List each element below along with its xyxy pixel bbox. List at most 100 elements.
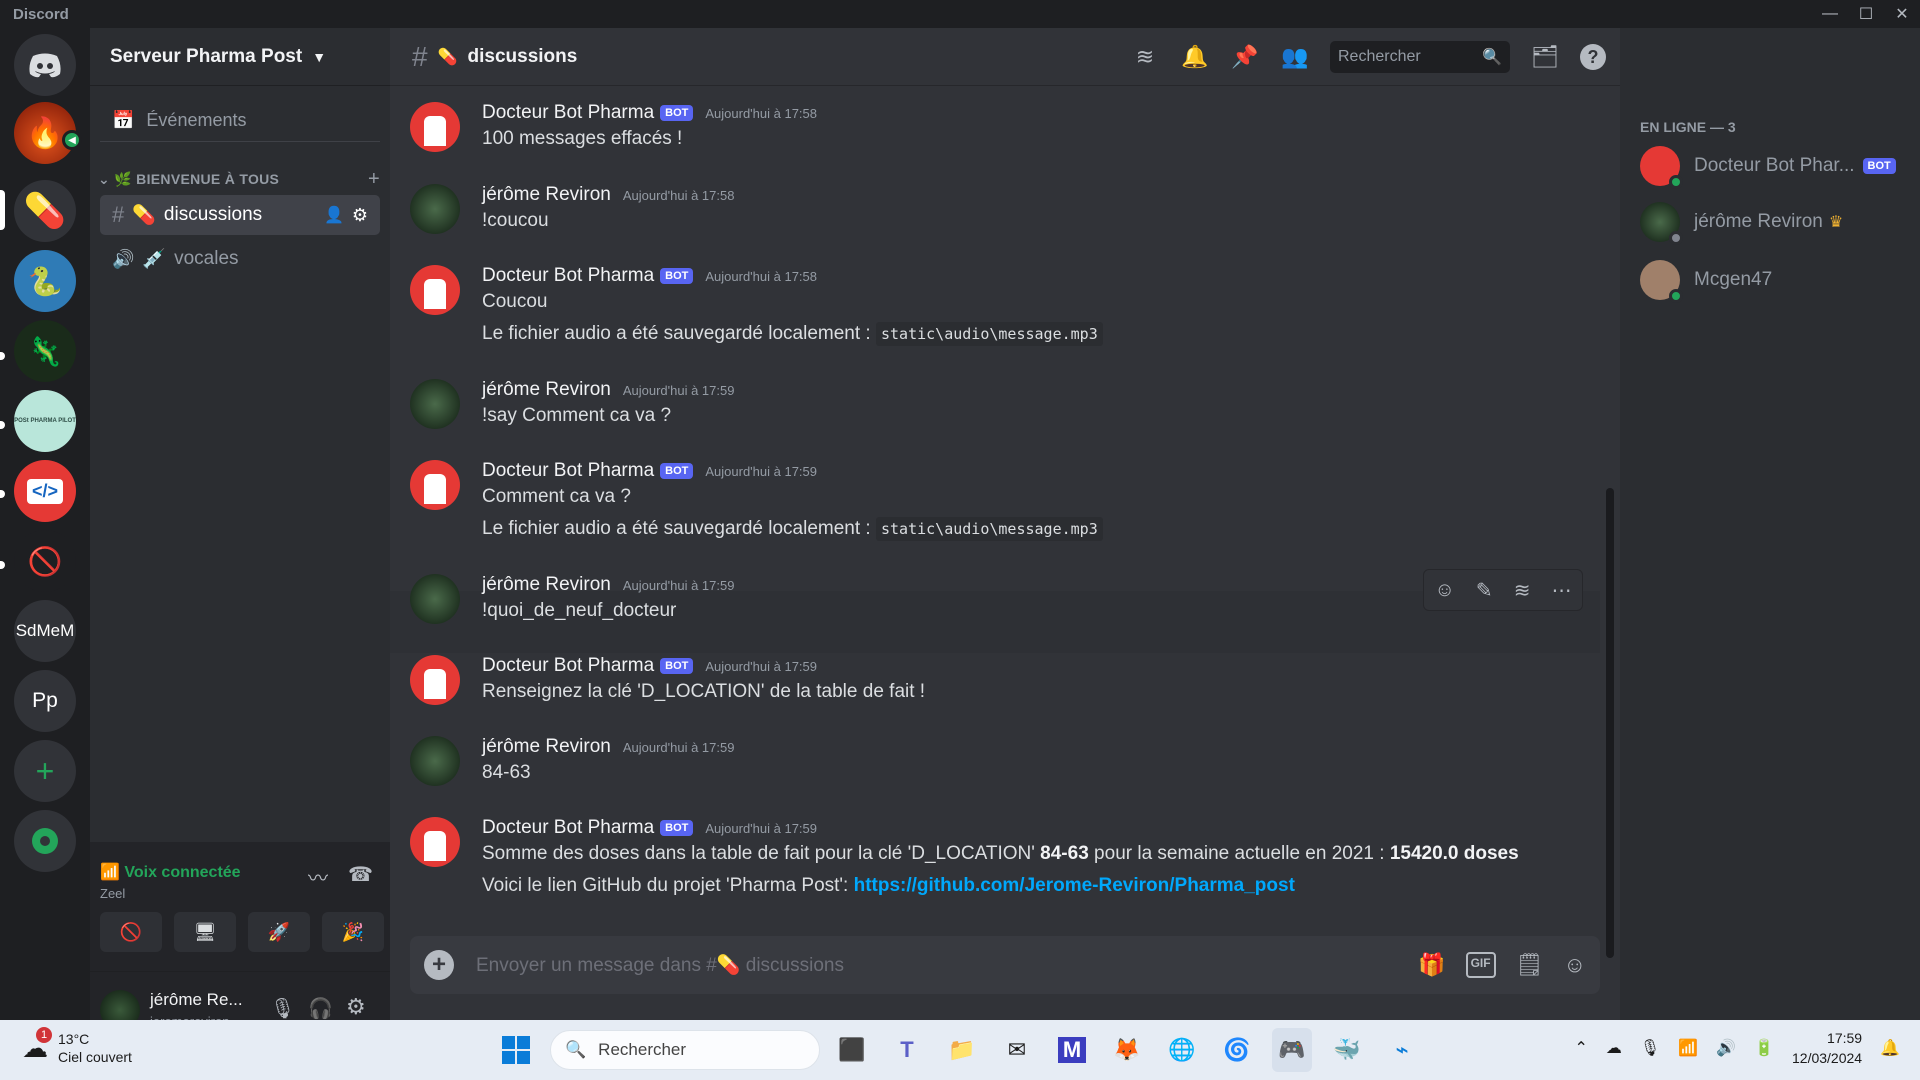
teams-button[interactable]: T — [887, 1028, 927, 1072]
server-pharma-post[interactable]: 💊 — [14, 180, 76, 242]
minimize-button[interactable]: — — [1812, 0, 1848, 28]
author-name[interactable]: jérôme Reviron — [482, 184, 611, 206]
bell-icon[interactable]: 🔔 — [1180, 42, 1210, 72]
scrollbar[interactable] — [1606, 488, 1614, 958]
search-input[interactable]: Rechercher 🔍 — [1330, 41, 1510, 73]
close-button[interactable]: ✕ — [1884, 0, 1920, 28]
avatar[interactable] — [410, 817, 460, 867]
battery-icon[interactable]: 🔋 — [1754, 1038, 1774, 1058]
help-icon[interactable]: ? — [1580, 44, 1606, 70]
noise-suppression-icon[interactable]: 〰 — [308, 862, 328, 891]
attach-button[interactable]: + — [424, 950, 454, 980]
weather-desc: Ciel couvert — [58, 1049, 132, 1065]
avatar[interactable] — [410, 574, 460, 624]
docker-button[interactable]: 🐳 — [1327, 1028, 1367, 1072]
add-reaction-icon[interactable]: ☺ — [1435, 579, 1455, 602]
onedrive-icon[interactable]: ☁ — [1606, 1038, 1622, 1058]
author-name[interactable]: Docteur Bot Pharma — [482, 460, 654, 482]
gift-icon[interactable]: 🎁 — [1418, 952, 1445, 978]
threads-icon[interactable]: ≋ — [1130, 42, 1160, 72]
microphone-icon[interactable]: 🎙 — [1640, 1038, 1660, 1058]
server-red[interactable]: 🚫 — [14, 530, 76, 592]
members-icon[interactable]: 👥 — [1280, 42, 1310, 72]
notification-icon[interactable]: 🔔 — [1880, 1038, 1900, 1058]
add-server-button[interactable]: + — [14, 740, 76, 802]
user-display-name[interactable]: jérôme Re... — [150, 990, 243, 1010]
add-channel-icon[interactable]: + — [368, 168, 380, 191]
firefox-icon: 🦊 — [1113, 1037, 1141, 1062]
author-name[interactable]: jérôme Reviron — [482, 379, 611, 401]
author-name[interactable]: Docteur Bot Pharma — [482, 102, 654, 124]
author-name[interactable]: Docteur Bot Pharma — [482, 655, 654, 677]
server-header[interactable]: Serveur Pharma Post ▼ — [90, 28, 390, 86]
file-explorer-button[interactable]: 📁 — [942, 1028, 982, 1072]
author-name[interactable]: Docteur Bot Pharma — [482, 817, 654, 839]
activities-button[interactable]: 🚀 — [248, 912, 310, 952]
taskbar-search[interactable]: 🔍 Rechercher — [550, 1030, 820, 1070]
inbox-icon[interactable]: 🗂 — [1530, 42, 1560, 72]
avatar[interactable] — [410, 379, 460, 429]
member-item[interactable]: Mcgen47 — [1640, 260, 1772, 303]
author-name[interactable]: jérôme Reviron — [482, 574, 611, 596]
member-item[interactable]: Docteur Bot Phar... BOT — [1640, 146, 1896, 189]
server-pp[interactable]: Pp — [14, 670, 76, 732]
avatar[interactable] — [410, 102, 460, 152]
member-item[interactable]: jérôme Reviron ♛ — [1640, 202, 1843, 245]
voice-status[interactable]: 📶 Voix connectée — [100, 862, 241, 882]
invite-icon[interactable]: 👤 — [324, 205, 344, 225]
thread-icon[interactable]: ≋ — [1514, 578, 1531, 603]
server-pharma-pilot[interactable]: POSt PHARMA PILOT — [14, 390, 76, 452]
events-item[interactable]: 📅 Événements — [100, 100, 380, 142]
discover-button[interactable] — [14, 810, 76, 872]
home-button[interactable] — [14, 34, 76, 96]
server-python[interactable]: 🐍 — [14, 250, 76, 312]
task-view-button[interactable]: ⬛ — [832, 1028, 872, 1072]
author-name[interactable]: Docteur Bot Pharma — [482, 265, 654, 287]
firefox-button[interactable]: 🦊 — [1107, 1028, 1147, 1072]
clock[interactable]: 17:59 12/03/2024 — [1792, 1028, 1862, 1068]
gif-icon[interactable]: GIF — [1465, 952, 1496, 978]
discord-taskbar-button[interactable]: 🎮 — [1272, 1028, 1312, 1072]
avatar[interactable] — [410, 736, 460, 786]
avatar[interactable] — [410, 655, 460, 705]
author-name[interactable]: jérôme Reviron — [482, 736, 611, 758]
emoji-icon[interactable]: ☺ — [1564, 952, 1586, 978]
wifi-icon[interactable]: 📶 — [1678, 1038, 1698, 1058]
pin-icon[interactable]: 📌 — [1230, 42, 1260, 72]
github-link[interactable]: https://github.com/Jerome-Reviron/Pharma… — [854, 875, 1295, 896]
edge-button[interactable]: 🌀 — [1217, 1028, 1257, 1072]
disconnect-icon[interactable]: ☎ — [348, 862, 373, 887]
microphone-icon[interactable]: 🎙 — [270, 996, 295, 1021]
weather-widget[interactable]: ☁ 1 13°C Ciel couvert — [22, 1026, 132, 1066]
soundboard-button[interactable]: 🎉 — [322, 912, 384, 952]
sticker-icon[interactable]: 🗒 — [1516, 952, 1544, 978]
volume-icon[interactable]: 🔊 — [1716, 1038, 1736, 1058]
gear-icon[interactable]: ⚙ — [352, 205, 368, 226]
app-button[interactable]: M — [1052, 1028, 1092, 1072]
maximize-button[interactable]: ☐ — [1848, 0, 1884, 28]
message-composer[interactable]: + Envoyer un message dans #💊 discussions… — [410, 936, 1600, 994]
more-icon[interactable]: ⋯ — [1551, 578, 1571, 603]
mail-button[interactable]: ✉ — [997, 1028, 1037, 1072]
user-settings-icon[interactable]: ⚙ — [346, 994, 366, 1020]
avatar[interactable] — [410, 184, 460, 234]
browser-button[interactable]: 🌐 — [1162, 1028, 1202, 1072]
category-header[interactable]: ⌄ 🌿 BIENVENUE À TOUS + — [98, 168, 380, 191]
headphones-icon[interactable]: 🎧 — [308, 996, 333, 1021]
avatar[interactable] — [410, 265, 460, 315]
channel-vocales[interactable]: 🔊 💉 vocales — [100, 239, 380, 279]
vscode-icon: ⌁ — [1395, 1037, 1409, 1062]
vscode-button[interactable]: ⌁ — [1382, 1028, 1422, 1072]
server-chameleon[interactable]: 🦎 — [14, 320, 76, 382]
chevron-up-icon[interactable]: ⌃ — [1575, 1038, 1588, 1058]
message-input[interactable]: Envoyer un message dans #💊 discussions — [476, 953, 1418, 977]
edit-icon[interactable]: ✎ — [1476, 578, 1493, 603]
message-text: !coucou — [482, 210, 549, 231]
screen-share-button[interactable]: 🖥 — [174, 912, 236, 952]
camera-off-button[interactable]: 🚫 — [100, 912, 162, 952]
server-code[interactable]: </> — [14, 460, 76, 522]
channel-discussions[interactable]: # 💊 discussions 👤 ⚙ — [100, 195, 380, 235]
start-button[interactable] — [496, 1028, 536, 1072]
server-sdmem[interactable]: SdMeM — [14, 600, 76, 662]
avatar[interactable] — [410, 460, 460, 510]
